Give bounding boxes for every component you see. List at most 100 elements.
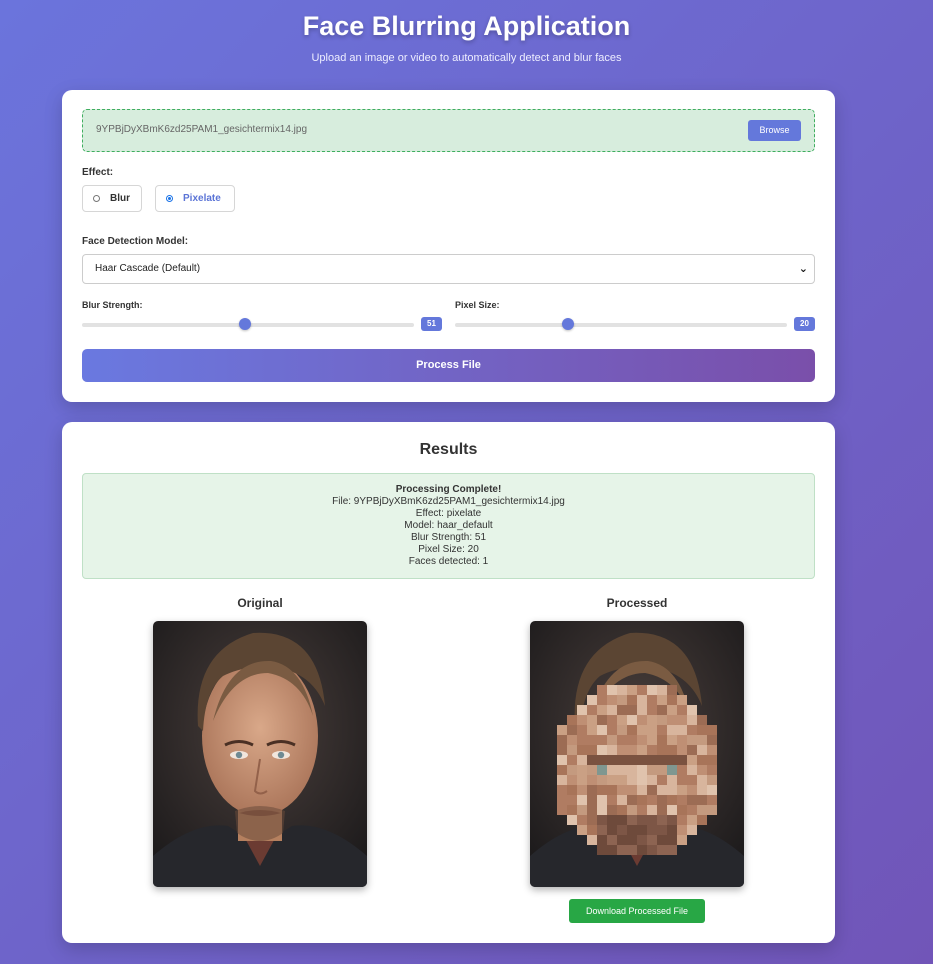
pixel-block [587,825,597,835]
pixel-block [627,805,637,815]
pixel-block [667,725,677,735]
pixel-size-track[interactable] [455,323,787,327]
pixel-block [607,735,617,745]
pixel-block [587,715,597,725]
pixel-block [597,785,607,795]
pixel-block [577,725,587,735]
pixel-block [647,775,657,785]
browse-button[interactable]: Browse [748,120,801,141]
pixel-block [617,735,627,745]
pixel-block [587,705,597,715]
pixel-block [707,785,717,795]
pixel-block [557,795,567,805]
pixel-block [607,775,617,785]
pixel-block [597,755,607,765]
pixel-block [627,725,637,735]
process-file-button[interactable]: Process File [82,349,815,382]
pixel-block [617,745,627,755]
pixel-block [617,725,627,735]
pixel-block [657,805,667,815]
pixel-block [707,805,717,815]
pixel-block [627,785,637,795]
pixel-block [647,845,657,855]
pixel-block [567,815,577,825]
pixel-block [687,825,697,835]
pixel-block [637,685,647,695]
file-dropzone[interactable]: 9YPBjDyXBmK6zd25PAM1_gesichtermix14.jpg … [82,109,815,152]
effect-option-pixelate[interactable]: Pixelate [155,185,235,212]
pixel-block [577,765,587,775]
pixel-block [607,715,617,725]
processed-label: Processed [606,596,668,610]
download-processed-button[interactable]: Download Processed File [569,899,705,923]
pixel-block [617,685,627,695]
pixel-block [687,705,697,715]
chevron-down-icon: ⌄ [798,263,808,275]
pixel-block [597,695,607,705]
pixel-block [697,785,707,795]
pixel-block [667,805,677,815]
pixel-block [627,735,637,745]
effect-option-blur[interactable]: Blur [82,185,142,212]
status-heading: Processing Complete! [395,484,502,495]
pixel-block [667,815,677,825]
pixel-block [637,735,647,745]
pixel-block [597,765,607,775]
pixel-block [687,735,697,745]
pixel-block [597,835,607,845]
pixel-size-thumb[interactable] [561,318,574,330]
pixel-block [657,775,667,785]
pixel-block [637,805,647,815]
status-line-blur: Blur Strength: 51 [410,532,487,543]
pixel-block [637,825,647,835]
pixel-block [677,765,687,775]
pixel-block [657,825,667,835]
pixel-block [697,735,707,745]
pixel-block [587,765,597,775]
pixel-block [627,835,637,845]
pixel-block [587,735,597,745]
pixel-block [647,755,657,765]
pixel-block [577,755,587,765]
pixel-block [577,745,587,755]
pixel-block [667,785,677,795]
pixel-block [627,715,637,725]
page-title: Face Blurring Application [302,11,631,41]
pixel-block [657,815,667,825]
pixel-block [667,715,677,725]
pixel-block [657,835,667,845]
pixel-block [647,735,657,745]
pixel-block [587,805,597,815]
pixel-block [637,695,647,705]
pixel-block [657,785,667,795]
pixel-block [617,795,627,805]
pixel-block [597,795,607,805]
status-line-model: Model: haar_default [404,520,493,531]
blur-strength-thumb[interactable] [238,318,251,330]
pixel-block [607,765,617,775]
radio-checked-icon[interactable] [166,195,173,202]
results-title: Results [419,441,478,458]
page-subtitle: Upload an image or video to automaticall… [311,52,622,64]
status-line-file: File: 9YPBjDyXBmK6zd25PAM1_gesichtermix1… [332,496,565,507]
pixel-block [607,755,617,765]
pixel-block [687,745,697,755]
pixel-block [637,745,647,755]
pixel-block [667,825,677,835]
pixel-block [687,815,697,825]
pixel-block [637,775,647,785]
pixel-block [667,845,677,855]
pixel-block [577,715,587,725]
pixel-size-label: Pixel Size: [455,300,500,310]
pixel-block [687,795,697,805]
pixel-block [607,795,617,805]
pixel-block [647,705,657,715]
model-select[interactable]: Haar Cascade (Default) ⌄ [82,254,815,284]
pixel-block [617,705,627,715]
pixel-block [587,815,597,825]
radio-unchecked-icon[interactable] [93,195,100,202]
pixel-block [597,735,607,745]
pixel-block [697,725,707,735]
pixel-block [667,685,677,695]
upload-card: 9YPBjDyXBmK6zd25PAM1_gesichtermix14.jpg … [62,90,835,402]
